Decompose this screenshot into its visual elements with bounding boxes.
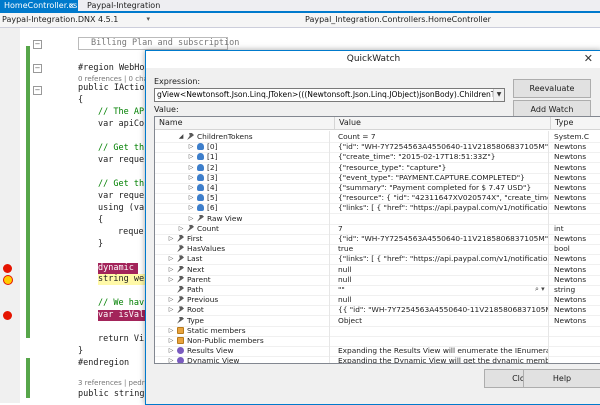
blue-icon: [197, 143, 204, 151]
dialog-title: QuickWatch: [346, 54, 401, 64]
wrench-icon: [177, 265, 184, 273]
row-name-cell: ▷ Dynamic View: [155, 355, 330, 364]
row-name: Dynamic View: [187, 356, 240, 364]
collapse-icon[interactable]: −: [33, 64, 42, 73]
wrench-icon: [177, 316, 184, 324]
code-lens[interactable]: 3 references | pedro: [78, 379, 149, 387]
code-line[interactable]: var reque: [98, 155, 144, 166]
change-indicator: [26, 358, 30, 398]
expression-input[interactable]: gView<Newtonsoft.Json.Linq.JToken>(((New…: [154, 88, 505, 102]
code-comment[interactable]: // The AP: [98, 107, 144, 118]
expression-label: Expression:: [154, 77, 201, 86]
column-header-value[interactable]: Value: [335, 117, 551, 129]
reevaluate-button[interactable]: Reevaluate: [513, 79, 591, 98]
code-comment[interactable]: // Get th: [98, 143, 144, 154]
blue-icon: [197, 204, 204, 212]
quickwatch-dialog: QuickWatch ✕ Expression: gView<Newtonsof…: [145, 50, 600, 405]
wrench-icon: [177, 296, 184, 304]
code-comment[interactable]: // Get th: [98, 179, 144, 190]
blue-icon: [197, 194, 204, 202]
wrench-icon: [177, 275, 184, 283]
code-line[interactable]: return Vi: [98, 334, 144, 345]
code-line[interactable]: var reque: [98, 191, 144, 202]
code-line[interactable]: var apiCo: [98, 119, 144, 130]
results-icon: [177, 357, 184, 363]
code-line[interactable]: using (va: [98, 203, 144, 214]
region-label: Billing Plan and subscription: [91, 38, 240, 48]
tab-homecontroller[interactable]: HomeController.cs ×: [0, 0, 78, 11]
row-type-cell: [551, 355, 600, 363]
grid-header: Name Value Type: [155, 117, 600, 130]
breakpoint-icon[interactable]: [3, 264, 12, 273]
code-line[interactable]: {: [78, 95, 83, 106]
blue-icon: [197, 173, 204, 181]
chevron-down-icon[interactable]: ▼: [493, 89, 504, 101]
tab-paypal-integration[interactable]: Paypal-Integration: [83, 0, 181, 11]
expression-text: gView<Newtonsoft.Json.Linq.JToken>(((New…: [157, 90, 504, 99]
class-label: Paypal_Integration.Controllers.HomeContr…: [305, 15, 491, 24]
code-comment[interactable]: // We hav: [98, 298, 144, 309]
blue-icon: [197, 184, 204, 191]
row-value-cell[interactable]: Expanding the Dynamic View will get the …: [335, 355, 549, 363]
class-dropdown[interactable]: Paypal_Integration.Controllers.HomeContr…: [305, 14, 595, 25]
code-line[interactable]: #region WebHo: [78, 63, 145, 74]
wrench-icon: [187, 133, 194, 140]
current-statement-icon: [3, 275, 13, 285]
collapse-icon[interactable]: −: [33, 86, 42, 95]
project-dropdown[interactable]: Paypal-Integration.DNX 4.5.1 ▾: [2, 14, 152, 25]
dialog-titlebar[interactable]: QuickWatch ✕: [146, 51, 600, 68]
members-icon: [177, 326, 184, 334]
grid-row[interactable]: ▷ Dynamic View Expanding the Dynamic View …: [155, 355, 600, 364]
code-line[interactable]: public IActio: [78, 83, 145, 94]
collapse-icon[interactable]: −: [33, 40, 42, 49]
code-line[interactable]: public string: [78, 389, 145, 400]
code-line[interactable]: #endregion: [78, 358, 129, 369]
wrench-icon: [177, 245, 184, 253]
wrench-icon: [177, 306, 184, 314]
wrench-icon: [187, 224, 194, 232]
project-label: Paypal-Integration.DNX 4.5.1: [2, 15, 119, 24]
code-lens[interactable]: 0 references | 0 chan: [78, 75, 152, 83]
wrench-icon: [177, 255, 184, 263]
tab-label: HomeController.cs: [4, 1, 78, 10]
members-icon: [177, 337, 184, 344]
value-label: Value:: [154, 105, 179, 114]
help-button[interactable]: Help: [523, 369, 600, 388]
close-tab-icon[interactable]: ×: [68, 0, 75, 11]
navigation-bar: Paypal-Integration.DNX 4.5.1 ▾ Paypal_In…: [0, 13, 600, 28]
code-line[interactable]: reque: [118, 227, 144, 238]
code-line[interactable]: var isVal: [98, 310, 144, 321]
column-header-type[interactable]: Type: [551, 117, 600, 129]
blue-icon: [197, 153, 204, 161]
breakpoint-margin[interactable]: [0, 28, 20, 403]
document-tab-strip: HomeController.cs × Paypal-Integration: [0, 0, 600, 13]
code-line[interactable]: }: [98, 239, 103, 250]
column-header-name[interactable]: Name: [155, 117, 335, 129]
code-line[interactable]: {: [98, 215, 103, 226]
wrench-icon: [197, 214, 204, 222]
code-line[interactable]: string we: [98, 274, 144, 285]
breakpoint-icon[interactable]: [3, 311, 12, 320]
wrench-icon: [177, 286, 184, 293]
code-line[interactable]: dynamic: [98, 263, 134, 274]
blue-icon: [197, 163, 204, 171]
value-grid[interactable]: Name Value Type ◢ ChildrenTokens Count = 7…: [154, 116, 600, 364]
region-label-box: Billing Plan and subscription: [78, 37, 239, 50]
chevron-down-icon: ▾: [146, 15, 150, 23]
results-icon: [177, 347, 184, 355]
expand-icon[interactable]: ▷: [167, 355, 175, 363]
tab-label: Paypal-Integration: [87, 1, 161, 10]
wrench-icon: [177, 235, 184, 242]
change-indicator: [26, 46, 30, 338]
code-line[interactable]: }: [78, 346, 83, 357]
close-icon[interactable]: ✕: [584, 52, 593, 65]
